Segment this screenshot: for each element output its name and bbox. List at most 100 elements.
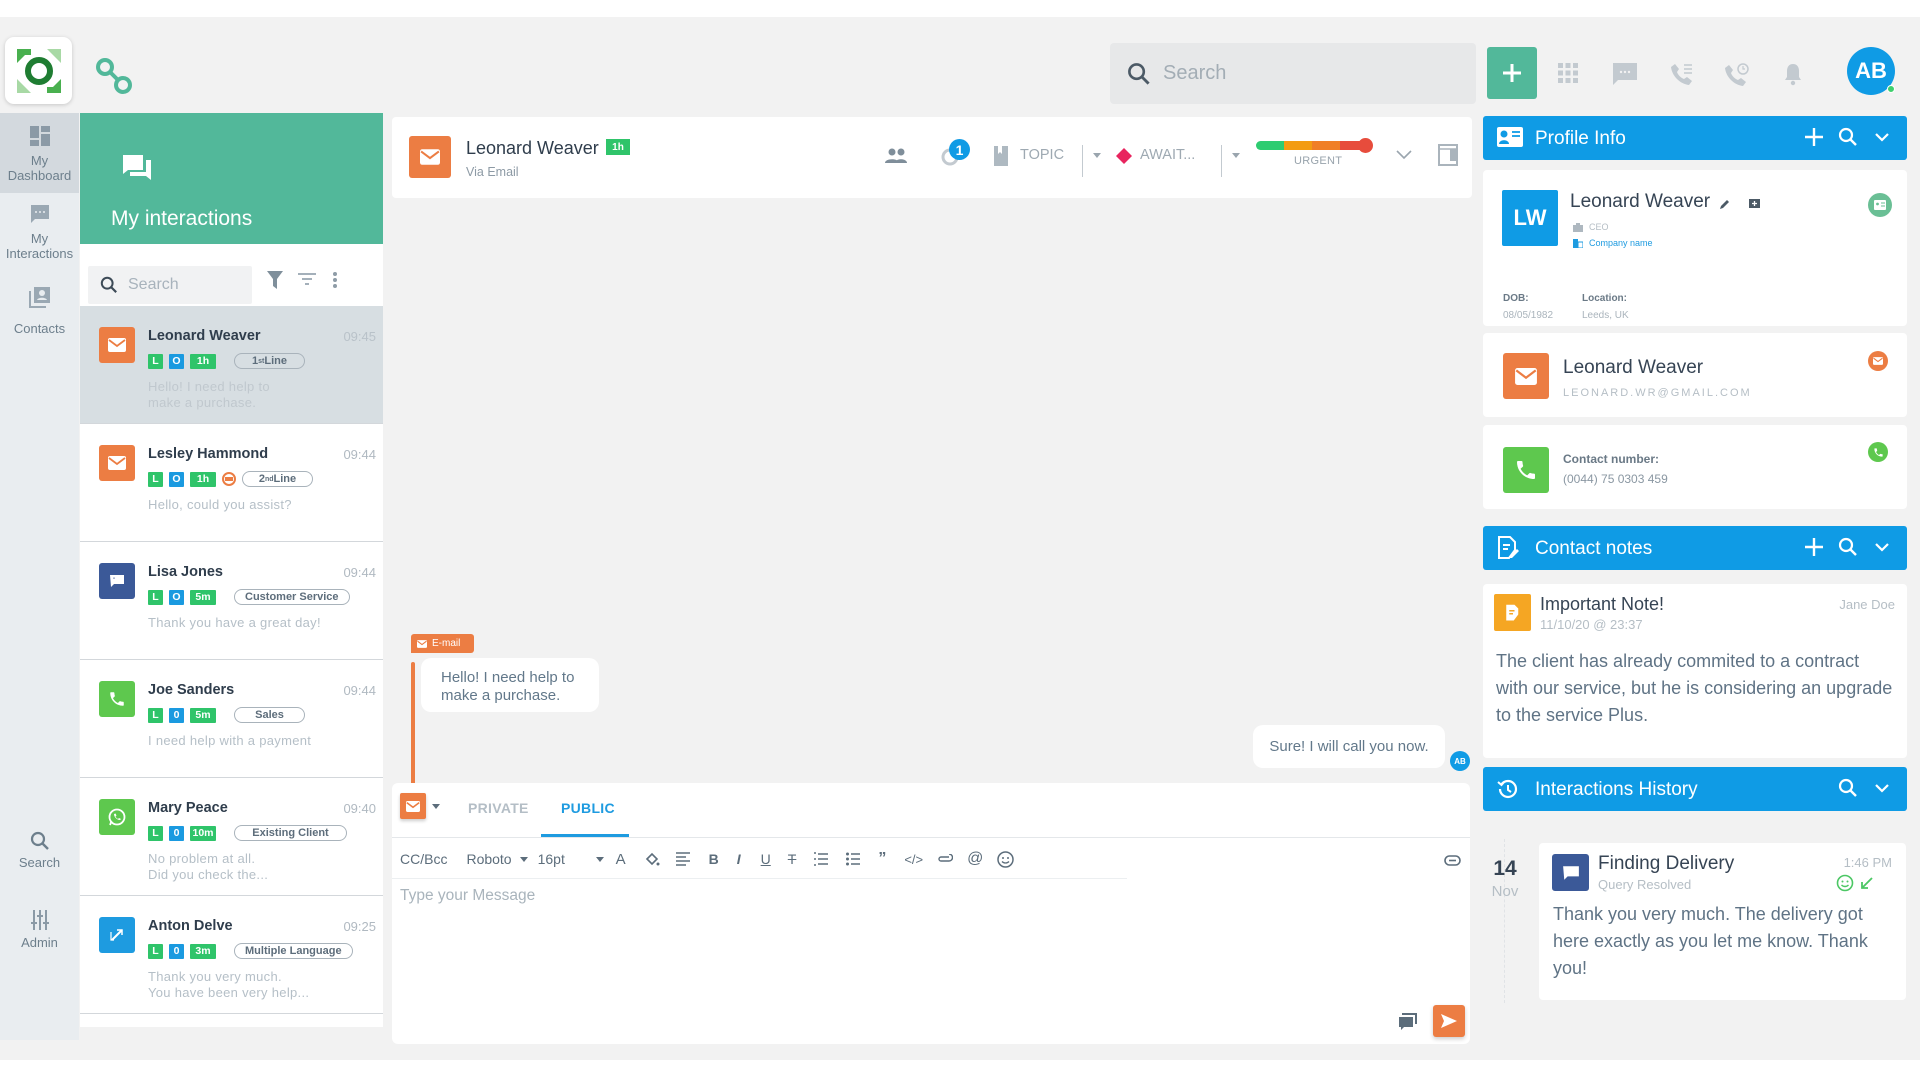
search-icon[interactable] — [1838, 127, 1858, 147]
phone-number[interactable]: (0044) 75 0303 459 — [1563, 472, 1668, 486]
sidebar-item-admin[interactable]: Admin — [0, 909, 79, 959]
tag-o: 0 — [169, 825, 184, 841]
call-history-icon[interactable] — [1724, 62, 1750, 88]
contact-name: Leonard Weaver — [148, 328, 261, 344]
more-vertical-icon[interactable] — [332, 271, 338, 289]
add-icon[interactable] — [1804, 127, 1824, 147]
fill-color-icon[interactable] — [644, 851, 660, 867]
chevron-down-icon[interactable] — [1875, 543, 1889, 552]
tag-age: 1h — [190, 353, 216, 369]
app-logo[interactable] — [5, 37, 72, 104]
urgency-bar[interactable] — [1256, 141, 1368, 150]
sidebar-item-dashboard[interactable]: My Dashboard — [0, 113, 79, 193]
tab-public[interactable]: PUBLIC — [561, 800, 615, 816]
channel-select-button[interactable] — [400, 793, 426, 819]
underline-icon[interactable]: U — [761, 851, 771, 867]
bell-icon[interactable] — [1783, 62, 1803, 86]
add-note-icon[interactable] — [1749, 199, 1760, 210]
sidebar-item-search[interactable]: Search — [0, 831, 79, 881]
bullet-list-icon[interactable] — [846, 852, 861, 866]
interactions-history-header: Interactions History — [1483, 767, 1907, 811]
add-button[interactable] — [1487, 47, 1537, 99]
contacts-icon — [28, 287, 50, 308]
link-icon[interactable] — [1444, 855, 1461, 866]
edit-icon[interactable] — [1719, 199, 1730, 210]
interaction-item[interactable]: Lesley Hammond 09:44 L O 1h 2nd Line Hel… — [80, 424, 383, 542]
whatsapp-channel-icon — [99, 799, 135, 835]
search-icon[interactable] — [1838, 778, 1858, 798]
cc-bcc-button[interactable]: CC/Bcc — [400, 851, 447, 867]
topic-dropdown-caret[interactable] — [1093, 153, 1101, 158]
status-dropdown-caret[interactable] — [1232, 153, 1240, 158]
topic-label[interactable]: TOPIC — [1020, 147, 1064, 163]
item-preview: Hello, could you assist? — [148, 497, 292, 512]
apps-grid-icon[interactable] — [1557, 62, 1579, 84]
align-left-icon[interactable] — [675, 852, 690, 866]
chat-icon[interactable] — [1612, 62, 1638, 86]
filter-icon[interactable] — [266, 270, 284, 290]
building-icon — [1573, 238, 1583, 248]
list-search-box[interactable] — [88, 266, 252, 304]
outgoing-message: Sure! I will call you now. — [1253, 725, 1445, 768]
item-preview: Thank you have a great day! — [148, 615, 321, 630]
history-item-title: Finding Delivery — [1598, 853, 1735, 874]
interaction-item[interactable]: " Lisa Jones 09:44 L O 5m Customer Servi… — [80, 542, 383, 660]
bookmark-icon[interactable] — [993, 145, 1009, 167]
divider — [1221, 145, 1222, 177]
quote-icon[interactable]: ” — [878, 850, 886, 868]
emoji-icon[interactable] — [997, 850, 1015, 868]
history-item[interactable]: Finding Delivery Query Resolved 1:46 PM … — [1539, 843, 1906, 1000]
interaction-item[interactable]: Anton Delve 09:25 L 0 3m Multiple Langua… — [80, 896, 383, 1014]
message-input[interactable] — [400, 887, 1400, 905]
connections-icon[interactable] — [95, 57, 135, 97]
canned-responses-icon[interactable] — [1398, 1012, 1418, 1032]
send-email-icon[interactable] — [1868, 351, 1888, 371]
urgency-label: URGENT — [1294, 155, 1343, 167]
interaction-item[interactable]: Leonard Weaver 09:45 L O 1h 1st Line Hel… — [80, 306, 383, 424]
chevron-down-icon[interactable] — [1875, 133, 1889, 142]
interaction-item[interactable]: Mary Peace 09:40 L 0 10m Existing Client… — [80, 778, 383, 896]
attachment-icon[interactable] — [937, 854, 954, 864]
status-label[interactable]: AWAIT... — [1140, 147, 1195, 163]
participants-icon[interactable] — [884, 148, 908, 164]
email-address[interactable]: LEONARD.WR@GMAIL.COM — [1563, 387, 1752, 399]
chevron-down-icon[interactable] — [1396, 150, 1412, 160]
tag-l: L — [148, 471, 163, 487]
code-icon[interactable]: </> — [904, 852, 923, 867]
send-button[interactable] — [1433, 1005, 1465, 1037]
sidebar-item-interactions[interactable]: My Interactions — [0, 203, 79, 283]
search-icon — [100, 276, 117, 293]
list-search-input[interactable] — [128, 276, 238, 294]
company-text: Company name — [1589, 238, 1653, 248]
channel-via: Via Email — [466, 165, 519, 179]
contact-card-icon[interactable] — [1868, 193, 1892, 217]
urgency-slider-handle[interactable] — [1358, 138, 1373, 153]
user-avatar[interactable]: AB — [1847, 47, 1895, 95]
mention-icon[interactable]: @ — [967, 850, 983, 868]
global-search[interactable] — [1110, 43, 1476, 104]
item-time: 09:44 — [343, 683, 376, 698]
sort-icon[interactable] — [297, 272, 317, 286]
add-icon[interactable] — [1804, 537, 1824, 557]
sidebar-item-contacts[interactable]: Contacts — [0, 285, 79, 349]
font-color-icon[interactable]: A — [616, 851, 626, 868]
location-label: Location: — [1582, 293, 1627, 304]
size-select[interactable]: 16pt — [538, 851, 604, 867]
search-icon[interactable] — [1838, 537, 1858, 557]
contact-company[interactable]: Company name — [1573, 238, 1653, 248]
call-icon[interactable] — [1868, 442, 1888, 462]
chevron-down-icon[interactable] — [1875, 784, 1889, 793]
italic-icon[interactable]: I — [737, 851, 741, 867]
global-search-input[interactable] — [1163, 62, 1463, 85]
side-panel-toggle-icon[interactable] — [1438, 144, 1458, 166]
call-list-icon[interactable] — [1670, 62, 1694, 88]
bold-icon[interactable]: B — [709, 851, 719, 867]
channel-dropdown-caret[interactable] — [432, 804, 440, 809]
strikethrough-icon[interactable]: T — [788, 851, 797, 867]
interaction-item[interactable]: Joe Sanders 09:44 L 0 5m Sales I need he… — [80, 660, 383, 778]
contact-name: Anton Delve — [148, 918, 233, 934]
ordered-list-icon[interactable] — [814, 852, 829, 866]
font-select[interactable]: Roboto — [466, 851, 528, 867]
tag-o: O — [169, 589, 184, 605]
tab-private[interactable]: PRIVATE — [468, 800, 529, 816]
